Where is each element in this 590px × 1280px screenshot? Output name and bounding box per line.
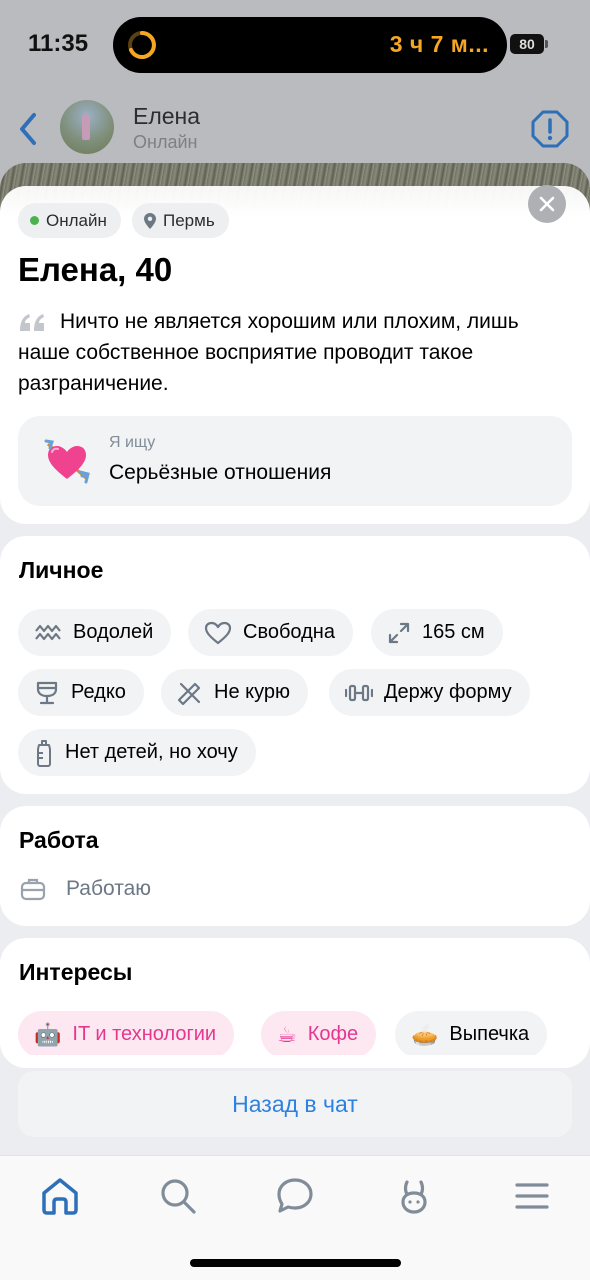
profile-quote: Ничто не является хорошим или плохим, ли… [18,310,519,395]
briefcase-icon [20,878,46,901]
dynamic-island: 3 ч 7 м... [113,17,507,73]
work-title: Работа [19,827,99,853]
wine-glass-icon [36,681,58,704]
avatar[interactable] [60,100,114,154]
interest-tag[interactable]: ☕ Кофе [261,1011,377,1055]
profile-name-age: Елена, 40 [18,251,173,288]
location-pin-icon [144,212,156,229]
close-icon [539,196,555,212]
robot-emoji-icon: 🤖 [34,1021,62,1047]
pie-emoji-icon: 🥧 [411,1021,439,1047]
baby-bottle-icon [37,739,51,767]
tag-label: Нет детей, но хочу [65,741,238,763]
aquarius-icon [35,624,61,640]
menu-icon[interactable] [510,1174,554,1218]
work-card [0,806,590,926]
close-button[interactable] [528,185,566,223]
tag-zodiac: Водолей [18,609,172,656]
dumbbell-icon [345,684,373,701]
interest-tag[interactable]: 🥧 Выпечка [395,1011,548,1055]
coffee-emoji-icon: ☕ [277,1021,297,1047]
interest-label: Выпечка [449,1023,530,1045]
interest-tag[interactable]: 🤖 IT и технологии [18,1011,235,1055]
seeking-value: Серьёзные отношения [109,461,332,484]
home-indicator [190,1259,401,1267]
interest-label: Кофе [307,1023,359,1045]
interests-row: 🤖 IT и технологии ☕ Кофе 🥧 Выпечка [0,1000,590,1055]
city-chip: Пермь [132,203,229,238]
seeking-block: Я ищу Серьёзные отношения [18,416,572,506]
online-chip: Онлайн [18,203,121,238]
tag-alcohol: Редко [18,669,144,716]
tag-label: 165 см [422,621,485,643]
chat-icon[interactable] [273,1174,317,1218]
search-icon[interactable] [156,1174,200,1218]
tag-label: Свободна [243,621,335,643]
chat-header: Елена Онлайн [0,95,590,161]
timer-ring-icon [128,31,156,59]
activity-text: 3 ч 7 м... [389,31,489,57]
report-icon[interactable] [530,109,570,149]
back-arrow-icon[interactable] [14,109,44,149]
battery-indicator: 80 [510,34,544,54]
seeking-label: Я ищу [109,434,156,451]
interests-title: Интересы [19,959,133,985]
home-icon[interactable] [38,1174,82,1218]
online-chip-label: Онлайн [46,210,107,230]
tag-smoking: Не курю [161,669,308,716]
work-row: Работаю [20,877,151,901]
tag-children: Нет детей, но хочу [18,729,256,776]
heart-outline-icon [204,621,232,644]
work-value: Работаю [66,877,152,900]
tag-label: Водолей [73,621,154,643]
tag-relationship: Свободна [188,609,353,656]
chat-contact-status: Онлайн [133,132,198,152]
status-bar: 11:35 3 ч 7 м... 80 [0,0,590,90]
battery-tip [545,40,548,48]
interest-label: IT и технологии [72,1023,217,1045]
bunny-icon[interactable] [392,1174,436,1218]
no-smoking-icon [177,682,201,705]
height-arrows-icon [388,622,410,643]
personal-title: Личное [19,557,104,583]
tag-label: Редко [71,681,126,703]
city-chip-label: Пермь [163,210,215,230]
heart-with-arrow-icon [44,439,90,484]
chat-contact-name[interactable]: Елена [133,103,200,130]
tag-label: Держу форму [384,681,512,703]
tag-sport: Держу форму [329,669,530,716]
tag-height: 165 см [371,609,503,656]
online-dot-icon [30,216,39,225]
back-to-chat-button[interactable]: Назад в чат [18,1071,572,1137]
status-time: 11:35 [28,30,89,57]
tag-label: Не курю [214,681,290,703]
